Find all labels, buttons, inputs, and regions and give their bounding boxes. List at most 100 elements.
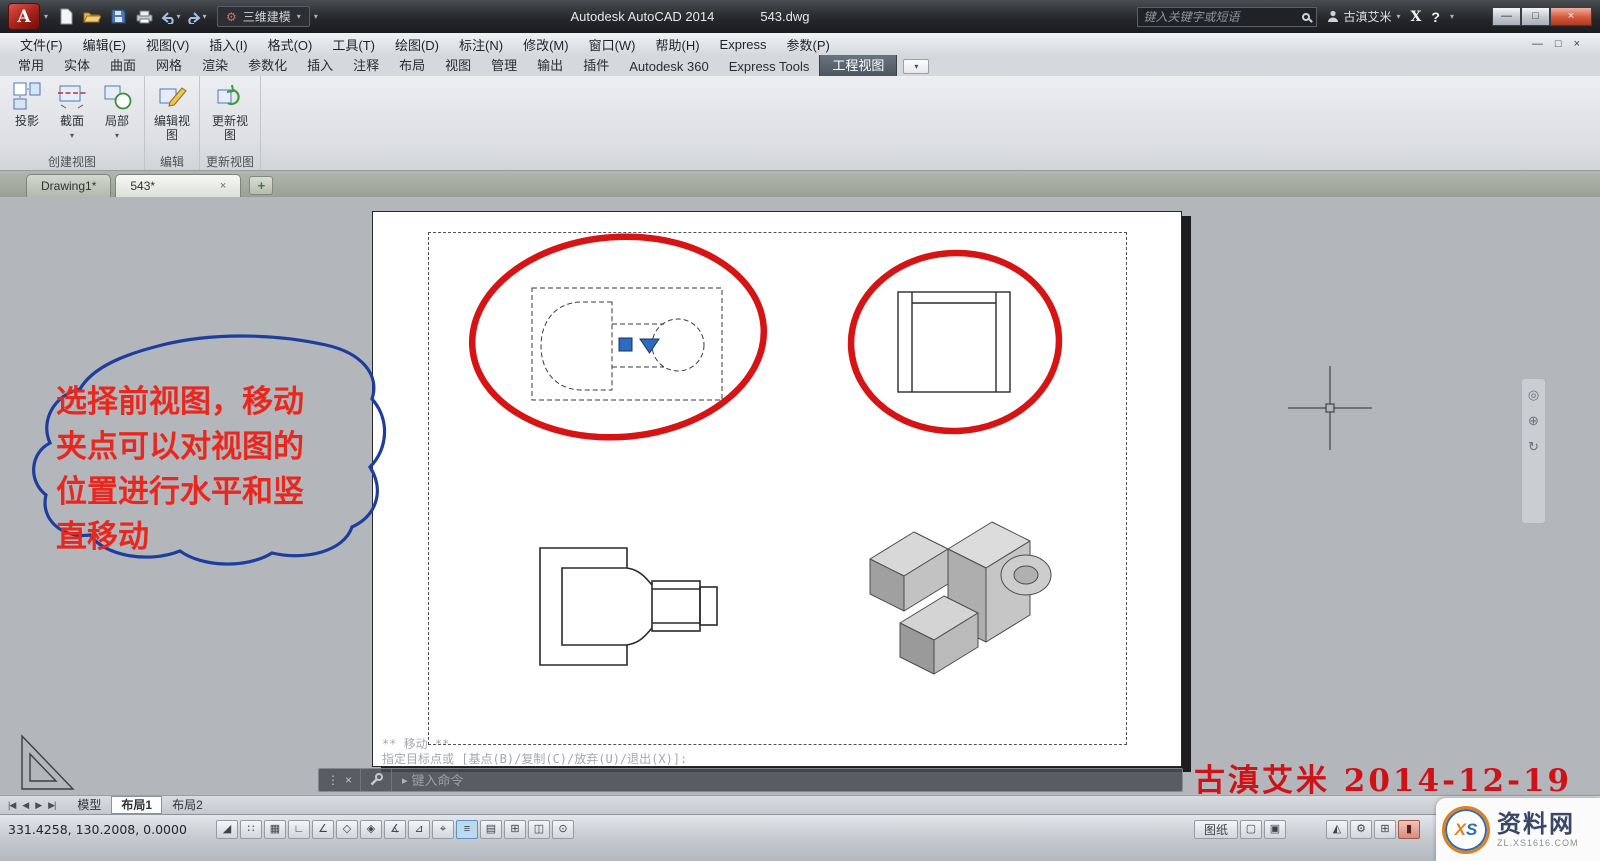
paper-model-toggle[interactable]: 图纸 — [1194, 820, 1238, 839]
status-toggle-annotation-monitor[interactable]: ⊙ — [552, 820, 574, 839]
search-icon[interactable] — [1302, 13, 1310, 21]
menu-express[interactable]: Express — [710, 37, 777, 52]
tab-layout2[interactable]: 布局2 — [162, 796, 213, 814]
drawing-canvas[interactable]: 选择前视图，移动 夹点可以对视图的 位置进行水平和竖 直移动 ◎ ⊕ ↻ ** … — [0, 197, 1600, 795]
exchange-apps-button[interactable]: X — [1411, 9, 1422, 25]
annotation-scale-button[interactable]: ◭ — [1326, 820, 1348, 839]
panel-label-edit[interactable]: 编辑 — [151, 153, 193, 170]
ribbon-tab-output[interactable]: 输出 — [527, 53, 573, 76]
layout-nav-next-icon[interactable]: ▶ — [33, 800, 43, 811]
menu-tools[interactable]: 工具(T) — [322, 35, 385, 54]
ribbon-tab-plugins[interactable]: 插件 — [573, 53, 619, 76]
projection-view-button[interactable]: 投影 — [6, 78, 48, 128]
layout-nav-prev-icon[interactable]: ◀ — [20, 800, 30, 811]
workspace-switch-button[interactable]: ⚙ — [1350, 820, 1372, 839]
ribbon-tab-drawing-views[interactable]: 工程视图 — [819, 52, 897, 76]
command-line-close-icon[interactable]: × — [345, 773, 352, 787]
detail-view-button[interactable]: 局部 ▾ — [96, 78, 138, 143]
zoom-icon[interactable]: ⊕ — [1528, 413, 1539, 429]
status-toggle-transparency[interactable]: ▤ — [480, 820, 502, 839]
ribbon-tab-autodesk360[interactable]: Autodesk 360 — [619, 57, 719, 76]
menu-window[interactable]: 窗口(W) — [579, 35, 646, 54]
status-toggle-quick-properties[interactable]: ⊞ — [504, 820, 526, 839]
status-toggle-infer-constraints[interactable]: ◢ — [216, 820, 238, 839]
autocad-app-menu-button[interactable]: A — [8, 3, 40, 30]
app-menu-caret-icon[interactable]: ▾ — [44, 12, 48, 21]
menu-dimension[interactable]: 标注(N) — [449, 35, 513, 54]
command-search-button[interactable] — [361, 769, 392, 791]
menu-insert[interactable]: 插入(I) — [199, 35, 257, 54]
save-button[interactable] — [107, 6, 129, 27]
menu-view[interactable]: 视图(V) — [136, 35, 199, 54]
ribbon-minimize-button[interactable]: ▾ — [903, 59, 929, 74]
status-toggle-osnap[interactable]: ◇ — [336, 820, 358, 839]
edit-view-button[interactable]: 编辑视图 — [151, 78, 193, 142]
menu-modify[interactable]: 修改(M) — [513, 35, 579, 54]
menu-draw[interactable]: 绘图(D) — [385, 35, 449, 54]
status-toggle-polar[interactable]: ∠ — [312, 820, 334, 839]
redo-button[interactable]: ▾ — [185, 6, 207, 27]
tab-model[interactable]: 模型 — [67, 796, 111, 814]
ribbon-tab-surface[interactable]: 曲面 — [100, 53, 146, 76]
plot-button[interactable] — [133, 6, 155, 27]
section-dropdown-caret-icon[interactable]: ▾ — [70, 129, 74, 143]
navigation-bar[interactable]: ◎ ⊕ ↻ — [1521, 378, 1546, 524]
layout-nav-last-icon[interactable]: ▶| — [46, 800, 57, 811]
ribbon-tab-manage[interactable]: 管理 — [481, 53, 527, 76]
open-file-button[interactable] — [81, 6, 103, 27]
qat-customize-caret-icon[interactable]: ▾ — [314, 12, 318, 21]
workspace-selector[interactable]: ⚙ 三维建模 ▾ — [217, 6, 310, 27]
status-toggle-dynamic-input[interactable]: ⌖ — [432, 820, 454, 839]
ribbon-tab-insert[interactable]: 插入 — [297, 53, 343, 76]
file-tab-543[interactable]: 543* × — [115, 174, 241, 197]
ribbon-tab-render[interactable]: 渲染 — [192, 53, 238, 76]
command-input[interactable] — [412, 773, 1182, 788]
ribbon-tab-view[interactable]: 视图 — [435, 53, 481, 76]
file-tab-drawing1[interactable]: Drawing1* — [26, 174, 111, 197]
close-button[interactable]: × — [1550, 7, 1592, 26]
status-toggle-grid[interactable]: ▦ — [264, 820, 286, 839]
detail-dropdown-caret-icon[interactable]: ▾ — [115, 129, 119, 143]
help-button[interactable]: ? — [1431, 9, 1440, 25]
update-view-button[interactable]: 更新视图 — [209, 78, 251, 142]
file-tab-close-icon[interactable]: × — [220, 180, 226, 192]
menu-parametric[interactable]: 参数(P) — [777, 35, 840, 54]
quick-view-layouts-button[interactable]: ▢ — [1240, 820, 1262, 839]
new-drawing-tab-button[interactable]: + — [249, 176, 273, 195]
command-line-drag-handle[interactable]: ⋮ — [327, 773, 339, 787]
sign-in-control[interactable]: 古滇艾米 ▾ — [1327, 8, 1401, 25]
status-toggle-ducs[interactable]: ⊿ — [408, 820, 430, 839]
menu-format[interactable]: 格式(O) — [258, 35, 323, 54]
ribbon-tab-home[interactable]: 常用 — [8, 53, 54, 76]
toolbar-lock-button[interactable]: ⊞ — [1374, 820, 1396, 839]
status-toggle-ortho[interactable]: ∟ — [288, 820, 310, 839]
command-line[interactable]: ⋮ × ▸ — [318, 768, 1183, 792]
infocenter-search[interactable] — [1137, 7, 1317, 27]
menu-edit[interactable]: 编辑(E) — [73, 35, 136, 54]
ribbon-tab-mesh[interactable]: 网格 — [146, 53, 192, 76]
status-toggle-selection-cycling[interactable]: ◫ — [528, 820, 550, 839]
doc-close-button[interactable]: × — [1574, 38, 1580, 50]
layout-nav-first-icon[interactable]: |◀ — [6, 800, 17, 811]
new-file-button[interactable] — [55, 6, 77, 27]
panel-label-create-view[interactable]: 创建视图 — [6, 153, 138, 170]
search-input[interactable] — [1144, 10, 1296, 24]
panel-label-update-view[interactable]: 更新视图 — [206, 153, 254, 170]
steering-wheel-icon[interactable]: ◎ — [1528, 387, 1539, 403]
tab-layout1[interactable]: 布局1 — [111, 796, 162, 814]
status-toggle-snap[interactable]: ∷ — [240, 820, 262, 839]
orbit-icon[interactable]: ↻ — [1528, 439, 1539, 455]
ribbon-tab-annotate[interactable]: 注释 — [343, 53, 389, 76]
status-toggle-lineweight[interactable]: ≡ — [456, 820, 478, 839]
restore-button[interactable]: □ — [1521, 7, 1550, 26]
ribbon-tab-layout[interactable]: 布局 — [389, 53, 435, 76]
doc-restore-button[interactable]: □ — [1555, 38, 1562, 50]
cleanscreen-button[interactable]: ▮ — [1398, 820, 1420, 839]
ribbon-tab-express-tools[interactable]: Express Tools — [719, 57, 820, 76]
status-toggle-3d-osnap[interactable]: ◈ — [360, 820, 382, 839]
ribbon-tab-solid[interactable]: 实体 — [54, 53, 100, 76]
help-caret-icon[interactable]: ▾ — [1450, 12, 1454, 21]
status-toggle-otrack[interactable]: ∡ — [384, 820, 406, 839]
redo-caret-icon[interactable]: ▾ — [203, 12, 207, 21]
menu-help[interactable]: 帮助(H) — [646, 35, 710, 54]
